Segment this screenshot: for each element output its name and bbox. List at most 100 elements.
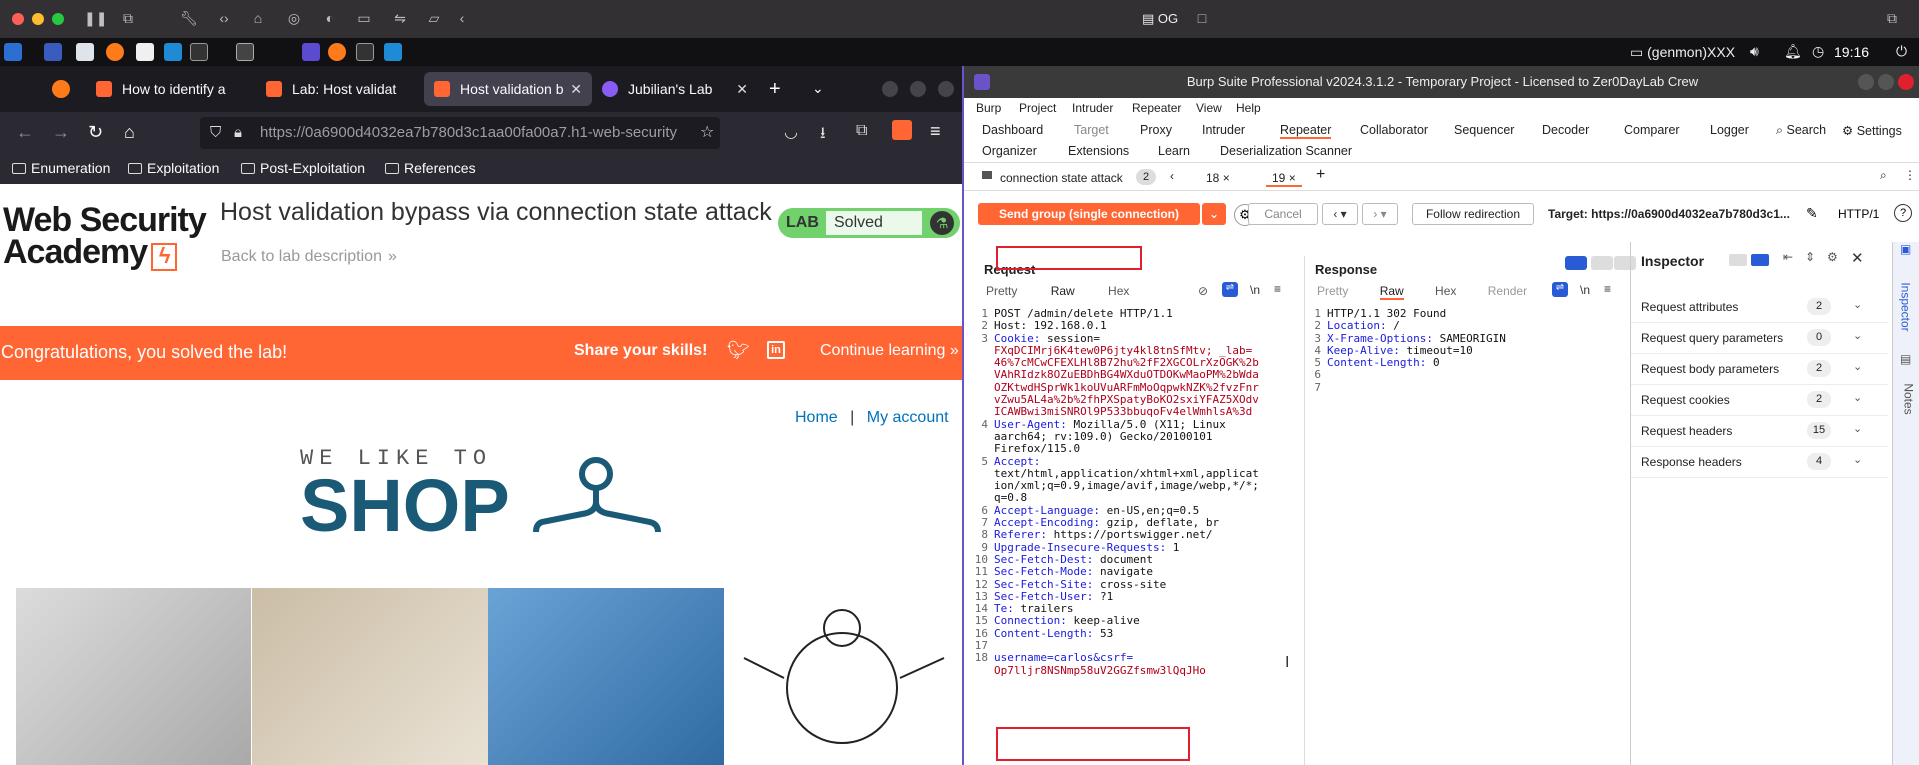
document-icon[interactable]: [136, 43, 154, 61]
menu-intruder[interactable]: Intruder: [1072, 101, 1113, 115]
web-security-academy-logo[interactable]: Web Security Academy ϟ: [3, 203, 207, 271]
display-icon[interactable]: ⧉: [120, 10, 136, 26]
http-version-label[interactable]: HTTP/1: [1838, 207, 1879, 221]
back-to-lab-description-link[interactable]: Back to lab description»: [221, 248, 397, 266]
tab-deserialization-scanner[interactable]: Deserialization Scanner: [1220, 144, 1352, 158]
response-tab-render[interactable]: Render: [1488, 284, 1527, 298]
firefox-icon[interactable]: [106, 43, 124, 61]
tab-host-validation-active[interactable]: Host validation b ✕: [424, 72, 592, 106]
linkedin-icon[interactable]: in: [767, 341, 785, 359]
request-editor[interactable]: 1 POST /admin/delete HTTP/1.1 2 Host: 192.1…: [974, 307, 1259, 677]
camera-icon[interactable]: ▭: [356, 10, 372, 26]
forward-icon[interactable]: →: [52, 122, 70, 143]
reload-icon[interactable]: ↻: [88, 122, 103, 143]
inspector-side-icon[interactable]: ▣: [1900, 242, 1914, 256]
firefox-task-icon[interactable]: [328, 43, 346, 61]
inspector-layout-active-icon[interactable]: [1751, 254, 1769, 266]
close-inspector-icon[interactable]: ✕: [1851, 249, 1864, 267]
send-group-button[interactable]: Send group (single connection): [978, 203, 1200, 225]
group-tab-label[interactable]: connection state attack: [1000, 171, 1123, 185]
wrench-icon[interactable]: 🔧︎: [180, 10, 198, 26]
tab-collaborator[interactable]: Collaborator: [1360, 123, 1428, 137]
lock-icon[interactable]: 🔒︎: [234, 117, 242, 149]
response-tab-raw[interactable]: Raw: [1379, 284, 1404, 300]
tab-dashboard[interactable]: Dashboard: [982, 123, 1043, 137]
product-image-man[interactable]: [16, 588, 251, 765]
tab-repeater[interactable]: Repeater: [1280, 123, 1332, 139]
burp-minimize-button[interactable]: [1858, 74, 1874, 90]
repeater-tab-18[interactable]: 18 ×: [1206, 171, 1230, 185]
bookmark-exploitation[interactable]: Exploitation: [128, 160, 219, 176]
new-tab-icon[interactable]: +: [769, 78, 781, 101]
continue-learning-link[interactable]: Continue learning »: [820, 342, 959, 360]
notes-side-tab[interactable]: Notes: [1902, 383, 1916, 414]
response-tab-pretty[interactable]: Pretty: [1317, 284, 1348, 298]
bell-icon[interactable]: 🔔︎: [1784, 43, 1802, 60]
window-close-button[interactable]: [938, 81, 954, 97]
volume-icon[interactable]: 🔊︎: [1750, 43, 1759, 60]
newline-toggle[interactable]: \n: [1250, 283, 1260, 297]
request-tab-hex[interactable]: Hex: [1108, 284, 1129, 298]
layout-split-icon[interactable]: [1565, 256, 1587, 270]
vscode-task-icon[interactable]: [384, 43, 402, 61]
tab-learn[interactable]: Learn: [1158, 144, 1190, 158]
window-maximize-button[interactable]: [910, 81, 926, 97]
request-tab-raw[interactable]: Raw: [1051, 284, 1075, 298]
firefox-view-icon[interactable]: [52, 80, 70, 98]
group-collapse-icon[interactable]: ‹: [1170, 169, 1174, 183]
menu-project[interactable]: Project: [1019, 101, 1056, 115]
tab-organizer[interactable]: Organizer: [982, 144, 1037, 158]
inspector-row[interactable]: Request query parameters 0 ⌄: [1631, 323, 1888, 354]
extensions-icon[interactable]: ⧉: [856, 122, 867, 140]
menu-burp[interactable]: Burp: [976, 101, 1001, 115]
tab-target[interactable]: Target: [1074, 123, 1109, 137]
my-account-link[interactable]: My account: [867, 409, 949, 426]
bookmark-references[interactable]: References: [385, 160, 476, 176]
inspector-row[interactable]: Request cookies 2 ⌄: [1631, 385, 1888, 416]
back-icon[interactable]: ←: [16, 122, 34, 143]
chevron-down-icon[interactable]: ⌄: [1853, 453, 1862, 466]
inspector-row[interactable]: Request headers 15 ⌄: [1631, 416, 1888, 447]
wrap-lines-icon[interactable]: ⇌: [1552, 282, 1568, 297]
tab-lab-host-validation[interactable]: Lab: Host validat: [256, 72, 424, 106]
previous-request-button[interactable]: ‹ ▾: [1322, 203, 1358, 225]
close-tab-icon[interactable]: ×: [1289, 171, 1296, 185]
inspector-row[interactable]: Request attributes 2 ⌄: [1631, 292, 1888, 323]
gear-icon[interactable]: ⚙: [1827, 250, 1838, 264]
burp-maximize-button[interactable]: [1878, 74, 1894, 90]
response-tab-hex[interactable]: Hex: [1435, 284, 1456, 298]
window-switch-icon[interactable]: [236, 43, 254, 61]
shield-icon[interactable]: ⛉: [210, 117, 221, 149]
chevron-down-icon[interactable]: ⌄: [1853, 298, 1862, 311]
close-tab-icon[interactable]: ✕: [570, 72, 582, 106]
files-icon[interactable]: [76, 43, 94, 61]
bookmark-enumeration[interactable]: Enumeration: [12, 160, 110, 176]
edit-pencil-icon[interactable]: ✎: [1806, 205, 1818, 222]
power-icon[interactable]: ⏻: [1896, 43, 1907, 60]
repeater-tab-19[interactable]: 19 ×: [1266, 171, 1302, 187]
newline-toggle[interactable]: \n: [1580, 283, 1590, 297]
notes-side-icon[interactable]: ▤: [1900, 352, 1911, 366]
tab-proxy[interactable]: Proxy: [1140, 123, 1172, 137]
chevron-down-icon[interactable]: ⌄: [1853, 360, 1862, 373]
download-icon[interactable]: ⭳: [820, 122, 826, 149]
burp-close-button[interactable]: [1898, 74, 1914, 90]
audio-icon[interactable]: ◐: [322, 10, 338, 26]
back-arrow-icon[interactable]: ‹: [454, 10, 470, 26]
tab-decoder[interactable]: Decoder: [1542, 123, 1589, 137]
tab-list-chevron-icon[interactable]: ⌄: [812, 80, 824, 97]
response-viewer[interactable]: 1 HTTP/1.1 302 Found 2 Location: /3 X-Frame-…: [1307, 307, 1505, 394]
menu-repeater[interactable]: Repeater: [1132, 101, 1181, 115]
home-icon[interactable]: ⌂: [124, 122, 135, 143]
align-icon[interactable]: ⇤: [1783, 250, 1793, 264]
chevron-down-icon[interactable]: ⌄: [1853, 391, 1862, 404]
menu-help[interactable]: Help: [1236, 101, 1261, 115]
cancel-button[interactable]: Cancel: [1248, 203, 1318, 225]
window-minimize-button[interactable]: [882, 81, 898, 97]
product-image-skydivers[interactable]: [488, 588, 724, 765]
inspector-side-tab[interactable]: Inspector: [1899, 282, 1913, 331]
bookmark-star-icon[interactable]: ☆: [700, 122, 714, 142]
wrap-lines-icon[interactable]: ⇌: [1222, 282, 1238, 297]
menu-view[interactable]: View: [1196, 101, 1222, 115]
vscode-icon[interactable]: [164, 43, 182, 61]
